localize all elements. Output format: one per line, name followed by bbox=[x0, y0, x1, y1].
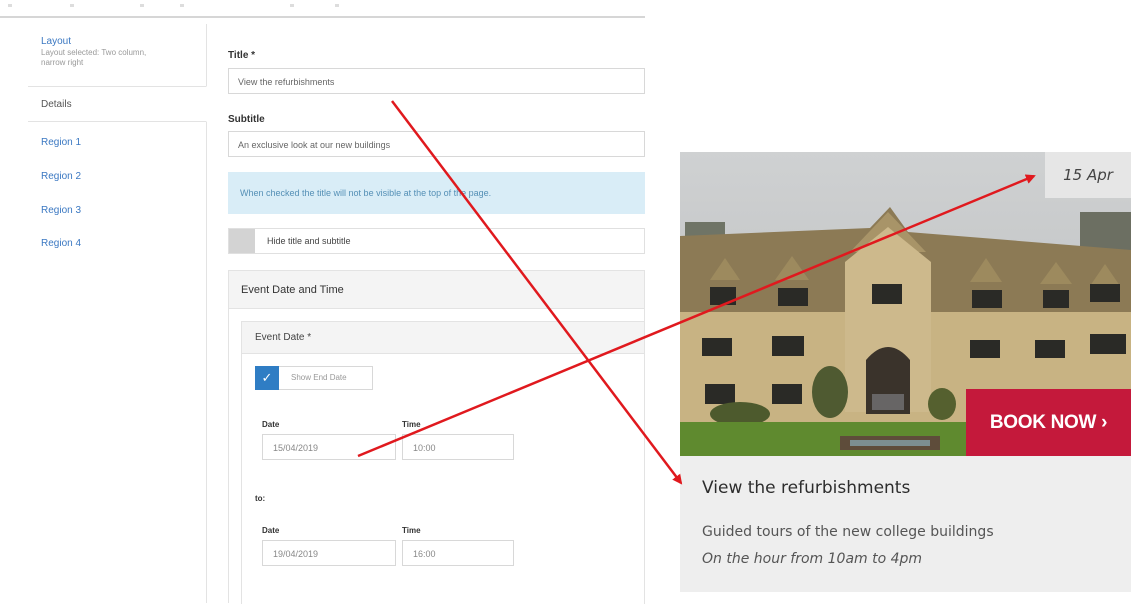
sidebar-item-details[interactable]: Details bbox=[28, 86, 207, 122]
event-date-panel: Event Date * ✓ Show End Date Date Time 1… bbox=[241, 321, 645, 604]
book-now-button[interactable]: BOOK NOW › bbox=[966, 389, 1131, 456]
title-field[interactable]: View the refurbishments bbox=[228, 68, 645, 94]
college-building-photo: 15 Apr BOOK NOW › bbox=[680, 152, 1131, 456]
sidebar-item-label: Region 1 bbox=[41, 137, 82, 148]
sidebar-item-label: Region 4 bbox=[41, 238, 82, 249]
event-preview-card[interactable]: 15 Apr BOOK NOW › View the refurbishment… bbox=[680, 152, 1131, 592]
date-badge: 15 Apr bbox=[1045, 152, 1131, 198]
sidebar-item-layout[interactable]: Layout Layout selected: Two column, narr… bbox=[28, 36, 206, 68]
start-date-field[interactable]: 15/04/2019 bbox=[262, 434, 396, 460]
sidebar-item-region-2[interactable]: Region 2 bbox=[28, 170, 206, 184]
end-time-label: Time bbox=[402, 526, 421, 535]
hide-title-checkbox[interactable] bbox=[229, 229, 255, 253]
sidebar-item-region-4[interactable]: Region 4 bbox=[28, 237, 206, 251]
event-date-heading: Event Date * bbox=[242, 322, 644, 354]
sidebar-item-label: Region 3 bbox=[41, 205, 82, 216]
info-notice: When checked the title will not be visib… bbox=[228, 172, 645, 214]
browser-toolbar-remnant bbox=[0, 0, 645, 14]
top-divider bbox=[0, 16, 645, 18]
sidebar-item-label: Layout bbox=[41, 36, 72, 47]
show-end-date-label: Show End Date bbox=[279, 366, 373, 390]
layout-description: Layout selected: Two column, narrow righ… bbox=[41, 48, 147, 67]
to-label: to: bbox=[255, 494, 266, 503]
subtitle-field[interactable]: An exclusive look at our new buildings bbox=[228, 131, 645, 157]
end-date-field[interactable]: 19/04/2019 bbox=[262, 540, 396, 566]
chevron-right-icon: › bbox=[1101, 412, 1108, 433]
start-time-label: Time bbox=[402, 420, 421, 429]
check-icon: ✓ bbox=[261, 370, 273, 385]
sidebar-item-region-3[interactable]: Region 3 bbox=[28, 204, 206, 218]
end-date-label: Date bbox=[262, 526, 280, 535]
subtitle-label: Subtitle bbox=[228, 114, 265, 125]
title-label: Title * bbox=[228, 50, 256, 61]
end-time-field[interactable]: 16:00 bbox=[402, 540, 514, 566]
cms-sidebar: Layout Layout selected: Two column, narr… bbox=[28, 24, 207, 603]
hide-title-row: Hide title and subtitle bbox=[228, 228, 645, 254]
hide-title-label: Hide title and subtitle bbox=[267, 236, 351, 246]
card-time-note: On the hour from 10am to 4pm bbox=[702, 551, 923, 567]
start-date-label: Date bbox=[262, 420, 280, 429]
card-subtitle: Guided tours of the new college building… bbox=[702, 524, 994, 540]
panel-heading[interactable]: Event Date and Time bbox=[229, 271, 644, 309]
show-end-date-checkbox[interactable]: ✓ bbox=[255, 366, 279, 390]
card-title[interactable]: View the refurbishments bbox=[702, 478, 910, 498]
sidebar-item-label: Region 2 bbox=[41, 171, 82, 182]
sidebar-item-label: Details bbox=[41, 99, 72, 110]
book-now-label: BOOK NOW bbox=[989, 412, 1097, 433]
event-date-time-panel: Event Date and Time Event Date * ✓ Show … bbox=[228, 270, 645, 604]
start-time-field[interactable]: 10:00 bbox=[402, 434, 514, 460]
sidebar-item-region-1[interactable]: Region 1 bbox=[28, 136, 206, 150]
